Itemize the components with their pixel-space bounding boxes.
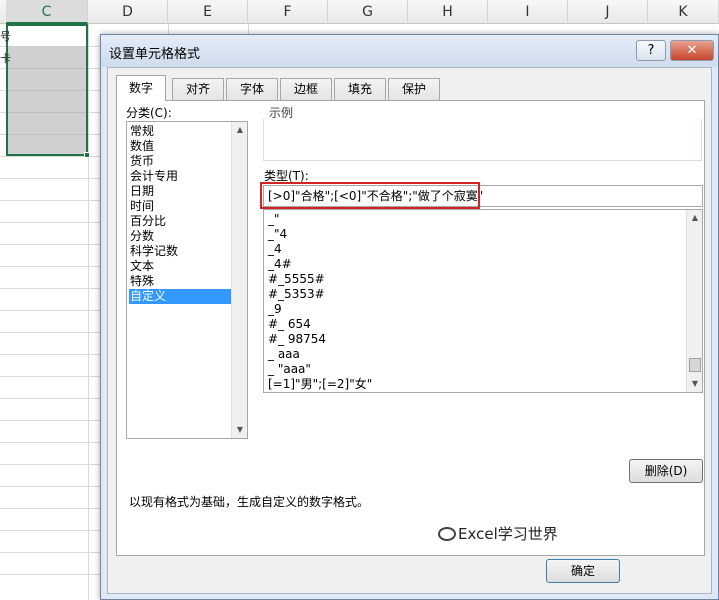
watermark: Excel学习世界 [438, 523, 558, 544]
category-item-general[interactable]: 常规 [129, 124, 231, 139]
tab-protection[interactable]: 保护 [388, 78, 440, 100]
close-button[interactable]: ✕ [670, 40, 714, 61]
format-item[interactable]: #_ 654 [268, 317, 311, 332]
close-icon: ✕ [686, 43, 698, 58]
format-item[interactable]: #_5353# [268, 287, 325, 302]
category-item-fraction[interactable]: 分数 [129, 229, 231, 244]
format-item[interactable]: _" [268, 212, 280, 227]
category-list[interactable]: 常规 数值 货币 会计专用 日期 时间 百分比 分数 科学记数 文本 特殊 自定… [126, 121, 248, 439]
grid-line [88, 24, 89, 600]
tab-font[interactable]: 字体 [226, 78, 278, 100]
scroll-down-arrow-icon[interactable]: ▼ [687, 376, 702, 392]
column-header-h[interactable]: H [408, 0, 488, 24]
category-item-percentage[interactable]: 百分比 [129, 214, 231, 229]
tab-fill[interactable]: 填充 [334, 78, 386, 100]
type-format-input[interactable]: [>0]"合格";[<0]"不合格";"做了个寂寞" [263, 185, 703, 207]
category-item-custom[interactable]: 自定义 [129, 289, 231, 304]
column-header-j[interactable]: J [568, 0, 648, 24]
help-icon: ? [647, 43, 655, 58]
category-item-special[interactable]: 特殊 [129, 274, 231, 289]
description-text: 以现有格式为基础，生成自定义的数字格式。 [129, 495, 370, 509]
tab-border[interactable]: 边框 [280, 78, 332, 100]
format-item[interactable]: _ "aaa" [268, 362, 311, 377]
ok-button[interactable]: 确定 [546, 559, 620, 583]
fill-handle[interactable] [84, 152, 90, 158]
type-label: 类型(T): [264, 169, 309, 183]
column-header-d[interactable]: D [88, 0, 168, 24]
category-item-date[interactable]: 日期 [129, 184, 231, 199]
category-label: 分类(C): [126, 106, 172, 120]
category-item-text[interactable]: 文本 [129, 259, 231, 274]
category-item-scientific[interactable]: 科学记数 [129, 244, 231, 259]
delete-button[interactable]: 删除(D) [629, 459, 703, 483]
column-header-c[interactable]: C [6, 0, 88, 24]
scroll-thumb[interactable] [689, 358, 701, 372]
format-item[interactable]: _9 [268, 302, 282, 317]
tab-alignment[interactable]: 对齐 [172, 78, 224, 100]
column-header-g[interactable]: G [328, 0, 408, 24]
format-item[interactable]: #_5555# [268, 272, 325, 287]
row-fragment-text: 卡 [0, 52, 11, 65]
format-item[interactable]: _"4 [268, 227, 287, 242]
scroll-down-arrow-icon[interactable]: ▼ [232, 422, 248, 438]
format-list-scrollbar[interactable]: ▲ ▼ [686, 210, 702, 392]
format-item[interactable]: _4 [268, 242, 282, 257]
format-item[interactable]: _4# [268, 257, 292, 272]
number-tab-panel: 分类(C): 常规 数值 货币 会计专用 日期 时间 百分比 分数 科学记数 文… [116, 100, 705, 556]
column-header-e[interactable]: E [168, 0, 248, 24]
category-item-currency[interactable]: 货币 [129, 154, 231, 169]
category-item-accounting[interactable]: 会计专用 [129, 169, 231, 184]
tab-number[interactable]: 数字 [116, 75, 166, 101]
column-header-k[interactable]: K [648, 0, 719, 24]
category-scrollbar[interactable]: ▲ ▼ [231, 122, 247, 438]
column-header-row: C D E F G H I J K [0, 0, 719, 24]
selection-range-c[interactable] [6, 24, 88, 156]
help-button[interactable]: ? [636, 40, 666, 61]
category-item-number[interactable]: 数值 [129, 139, 231, 154]
format-cells-dialog: 设置单元格格式 ? ✕ 数字 对齐 字体 边框 填充 保护 分类(C): 常规 … [100, 34, 719, 600]
column-header-f[interactable]: F [248, 0, 328, 24]
row-fragment-text: 号 [0, 30, 11, 43]
dialog-title: 设置单元格格式 [109, 47, 201, 62]
watermark-text: Excel学习世界 [458, 525, 558, 543]
format-code-list[interactable]: _" _"4 _4 _4# #_5555# #_5353# _9 #_ 654 … [263, 209, 703, 393]
category-item-time[interactable]: 时间 [129, 199, 231, 214]
column-header-i[interactable]: I [488, 0, 568, 24]
scroll-up-arrow-icon[interactable]: ▲ [687, 210, 702, 226]
sample-preview-box [263, 119, 702, 161]
dialog-body: 数字 对齐 字体 边框 填充 保护 分类(C): 常规 数值 货币 会计专用 日… [107, 67, 712, 594]
format-item[interactable]: #_ 98754 [268, 332, 326, 347]
scroll-up-arrow-icon[interactable]: ▲ [232, 122, 248, 138]
format-item[interactable]: _ aaa [268, 347, 300, 362]
format-item[interactable]: [=1]"男";[=2]"女" [268, 377, 372, 392]
dialog-title-bar[interactable]: 设置单元格格式 ? ✕ [101, 35, 718, 67]
wechat-icon [438, 527, 456, 541]
